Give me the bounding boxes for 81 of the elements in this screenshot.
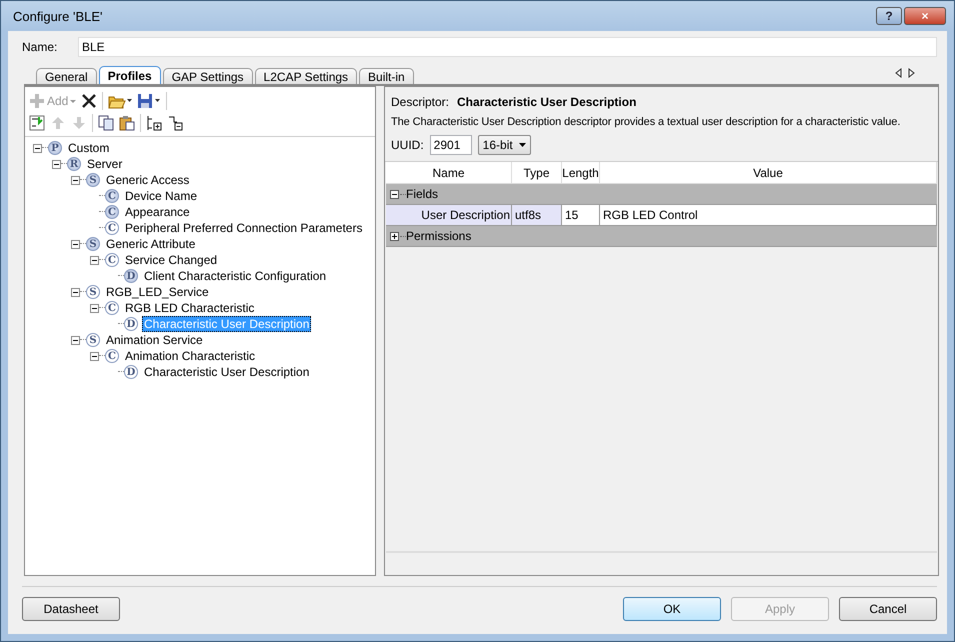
tab[interactable]: GAP Settings: [162, 68, 253, 84]
name-field[interactable]: BLE: [78, 37, 937, 57]
table-cell: RGB LED Control: [600, 205, 937, 225]
node-badge: C: [105, 189, 119, 203]
collapse-icon[interactable]: [71, 240, 80, 248]
collapse-icon[interactable]: [71, 288, 80, 296]
descriptor-title: Characteristic User Description: [457, 95, 636, 109]
collapse-icon[interactable]: [90, 304, 99, 312]
collapse-icon[interactable]: [90, 352, 99, 360]
plus-icon: [29, 93, 45, 109]
tree-item[interactable]: Characteristic User Description: [142, 364, 312, 380]
node-badge: D: [124, 317, 138, 331]
node-badge: S: [86, 173, 100, 187]
rename-icon: [29, 115, 45, 131]
node-badge: S: [86, 333, 100, 347]
column-header[interactable]: Type: [512, 162, 562, 183]
scroll-arrows-icon: [895, 68, 915, 78]
node-badge: P: [48, 141, 62, 155]
tree-item[interactable]: Generic Attribute: [104, 236, 198, 252]
tree-item[interactable]: RGB_LED_Service: [104, 284, 211, 300]
arrow-up-icon: [50, 115, 66, 131]
collapse-all-icon: [167, 115, 183, 131]
name-label: Name:: [22, 40, 58, 54]
paste-icon: [119, 115, 135, 131]
column-header[interactable]: Name: [386, 162, 512, 183]
expand-icon[interactable]: [390, 232, 399, 240]
uuid-size-dropdown[interactable]: 16-bit: [478, 135, 531, 155]
tree-item[interactable]: Peripheral Preferred Connection Parameters: [123, 220, 364, 236]
tab[interactable]: General: [36, 68, 97, 84]
dialog-button[interactable]: Datasheet: [22, 597, 120, 621]
expand-all-icon: [146, 115, 162, 131]
dialog-button[interactable]: Cancel: [839, 597, 937, 621]
arrow-down-icon: [71, 115, 87, 131]
caret-icon: [70, 100, 76, 102]
node-badge: C: [105, 253, 119, 267]
group-label: Permissions: [406, 229, 472, 243]
tree-item[interactable]: Service Changed: [123, 252, 220, 268]
tree-item[interactable]: Animation Service: [104, 332, 205, 348]
save-disk-icon: [137, 93, 162, 109]
tree-item[interactable]: Client Characteristic Configuration: [142, 268, 328, 284]
window-title: Configure 'BLE': [13, 8, 104, 24]
node-badge: C: [105, 205, 119, 219]
node-badge: C: [105, 301, 119, 315]
node-badge: C: [105, 221, 119, 235]
node-badge: D: [124, 365, 138, 379]
tree-item[interactable]: Server: [85, 156, 124, 172]
group-label: Fields: [406, 187, 438, 201]
tab[interactable]: Built-in: [359, 68, 414, 84]
collapse-icon[interactable]: [52, 160, 61, 168]
table-cell: 15: [562, 205, 600, 225]
uuid-field[interactable]: 2901: [430, 135, 472, 155]
tree-item[interactable]: Device Name: [123, 188, 200, 204]
tab[interactable]: L2CAP Settings: [254, 68, 358, 84]
table-cell: User Description: [386, 205, 512, 225]
column-header[interactable]: Length: [562, 162, 600, 183]
tree-item[interactable]: Appearance: [123, 204, 192, 220]
node-badge: S: [86, 237, 100, 251]
collapse-icon[interactable]: [71, 336, 80, 344]
collapse-icon[interactable]: [33, 144, 42, 152]
tree-item[interactable]: RGB LED Characteristic: [123, 300, 256, 316]
node-badge: D: [124, 269, 138, 283]
node-badge: R: [67, 157, 81, 171]
descriptor-description: The Characteristic User Description descriptor provides a textual user description for a characteristic value.: [391, 116, 902, 128]
tab[interactable]: Profiles: [98, 66, 161, 84]
node-badge: C: [105, 349, 119, 363]
tree-item[interactable]: Custom: [66, 140, 112, 156]
collapse-icon[interactable]: [90, 256, 99, 264]
dialog-button[interactable]: OK: [623, 597, 721, 621]
tree-item[interactable]: Animation Characteristic: [123, 348, 258, 364]
help-button[interactable]: ?: [876, 7, 902, 25]
table-cell: utf8s: [512, 205, 562, 225]
tree-item[interactable]: Generic Access: [104, 172, 192, 188]
caret-icon: [518, 143, 526, 147]
collapse-icon[interactable]: [71, 176, 80, 184]
descriptor-label: Descriptor:: [391, 95, 450, 109]
copy-icon: [98, 115, 114, 131]
node-badge: S: [86, 285, 100, 299]
column-header[interactable]: Value: [600, 162, 937, 183]
collapse-icon[interactable]: [390, 190, 399, 198]
delete-icon: [81, 93, 98, 109]
uuid-label: UUID:: [391, 138, 424, 152]
